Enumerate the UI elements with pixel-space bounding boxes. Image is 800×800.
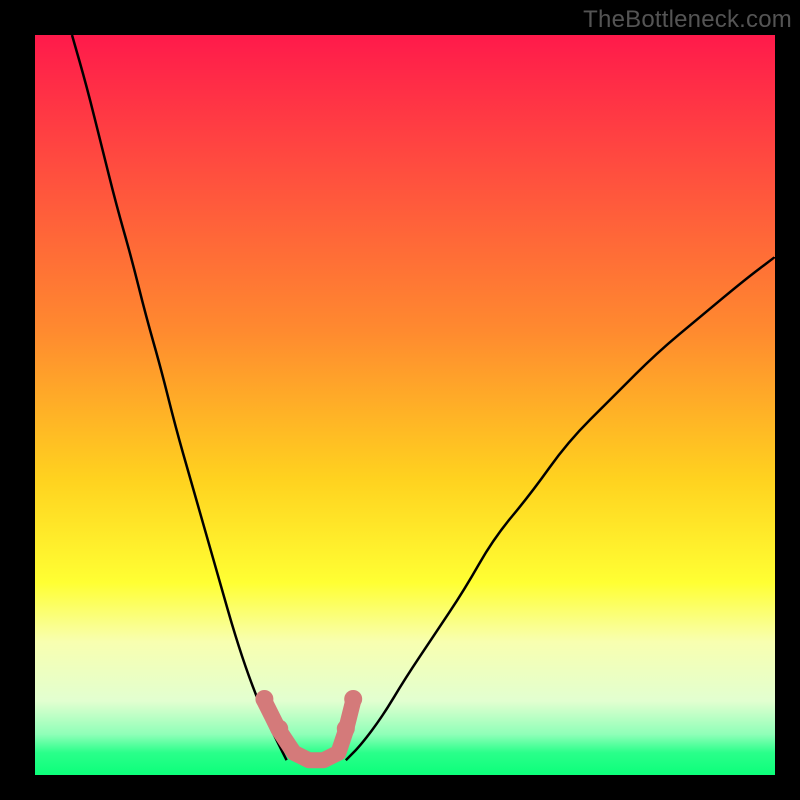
trough-dot [270,720,288,738]
plot-area [35,35,775,775]
trough-dot [344,690,362,708]
chart-svg [35,35,775,775]
chart-frame: TheBottleneck.com [0,0,800,800]
trough-dot [255,690,273,708]
watermark-text: TheBottleneck.com [583,6,792,34]
trough-dot [337,720,355,738]
gradient-background [35,35,775,775]
